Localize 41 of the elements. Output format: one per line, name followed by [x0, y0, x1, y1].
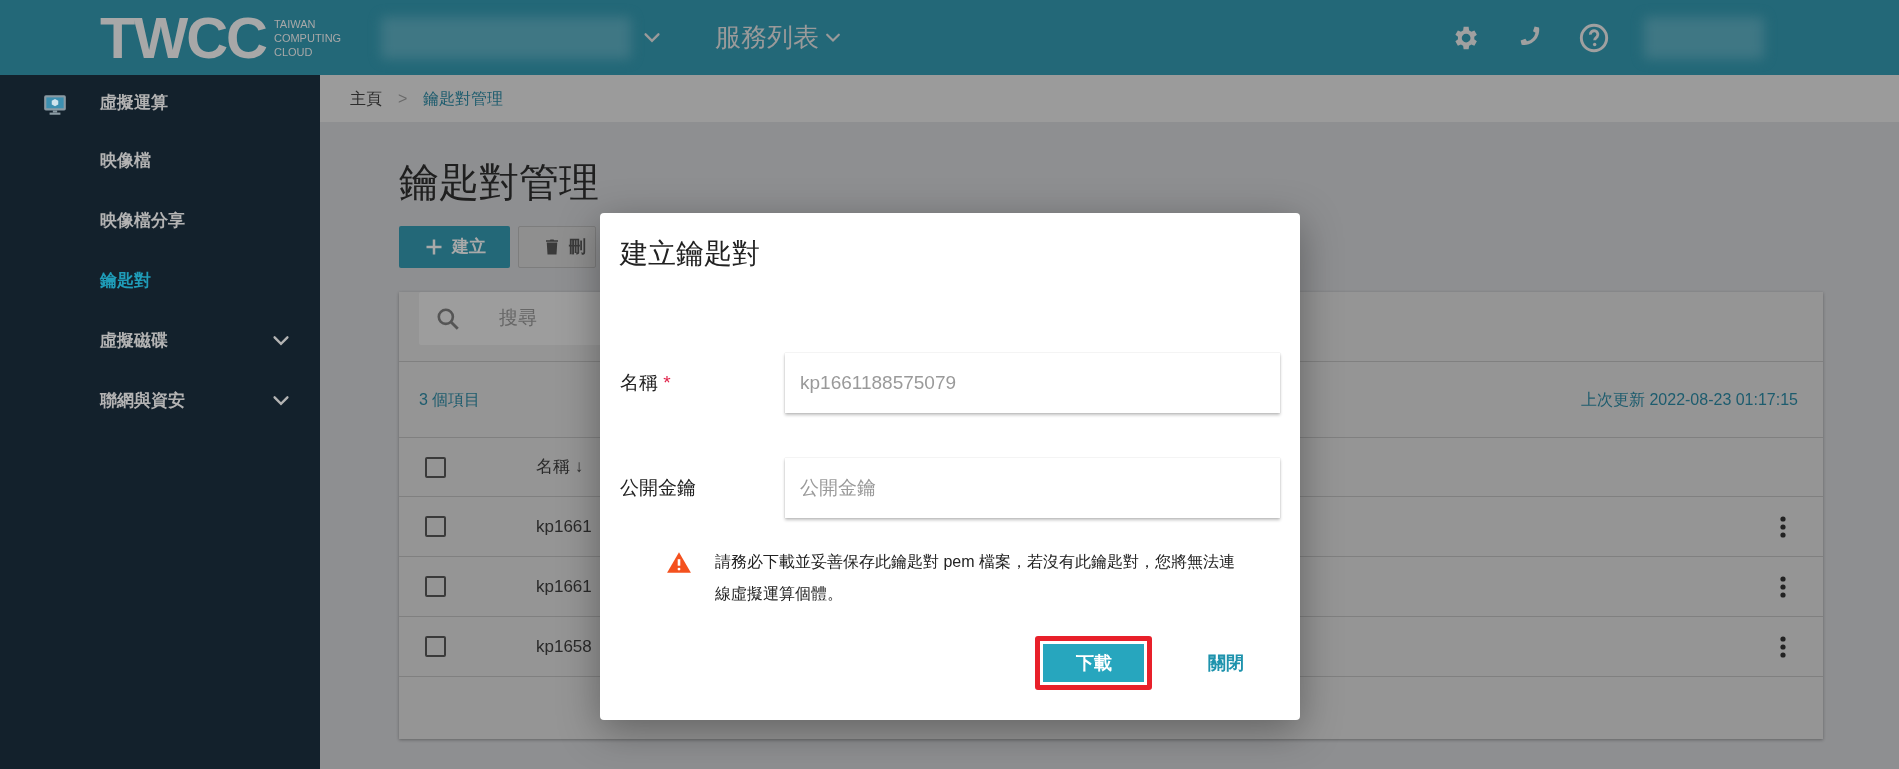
field-label: 公開金鑰	[620, 475, 697, 500]
logo-subtitle: COMPUTING	[273, 30, 342, 45]
breadcrumb-link[interactable]: 主頁	[350, 86, 382, 111]
last-updated: 上次更新 2022-08-23 01:17:15	[1581, 389, 1798, 410]
input-field[interactable]: kp1661188575079	[785, 353, 1280, 413]
field-label: 名稱 *	[620, 370, 672, 395]
dialog-title: 建立鑰匙對	[620, 237, 761, 271]
close-link[interactable]: 關閉	[1202, 648, 1250, 678]
breadcrumb-separator: >	[398, 88, 408, 109]
checkbox[interactable]	[425, 576, 446, 597]
help-icon[interactable]	[1578, 21, 1610, 54]
monitor-icon	[42, 92, 68, 118]
trash-icon	[543, 237, 561, 257]
table-cell-text: kp1661	[536, 575, 592, 598]
column-header[interactable]: 名稱 ↓	[536, 454, 584, 480]
more-icon[interactable]	[1779, 633, 1787, 660]
delete-button[interactable]: 刪	[518, 226, 596, 268]
checkbox[interactable]	[425, 636, 446, 657]
logo-subtitle: CLOUD	[273, 44, 314, 59]
sidebar-item[interactable]: 鑰匙對	[0, 251, 320, 311]
checkbox[interactable]	[425, 456, 446, 478]
more-icon[interactable]	[1779, 573, 1787, 600]
sidebar-item[interactable]: 聯網與資安	[0, 371, 320, 431]
checkbox[interactable]	[425, 516, 446, 537]
sidebar-item[interactable]: 映像檔分享	[0, 191, 320, 251]
sidebar-item[interactable]: 虛擬磁碟	[0, 311, 320, 371]
page-title: 鑰匙對管理	[399, 159, 600, 206]
item-count: 3 個項目	[419, 389, 481, 410]
sidebar-item[interactable]: 虛擬運算	[0, 75, 320, 131]
input-field[interactable]: 公開金鑰	[785, 458, 1280, 518]
warning-icon	[665, 550, 693, 576]
download-button[interactable]: 下載	[1035, 636, 1152, 690]
table-cell-text: kp1661	[536, 515, 592, 538]
table-cell-text: kp1658	[536, 635, 592, 658]
create-button[interactable]: 建立	[399, 226, 510, 268]
logo-text: TWCC	[100, 8, 266, 67]
sidebar-item[interactable]: 映像檔	[0, 131, 320, 191]
more-icon[interactable]	[1779, 513, 1787, 540]
warning-message: 請務必下載並妥善保存此鑰匙對 pem 檔案，若沒有此鑰匙對，您將無法連線虛擬運算個體。	[715, 552, 1236, 604]
logo-subtitle: TAIWAN	[273, 16, 317, 31]
breadcrumb-link[interactable]: 鑰匙對管理	[423, 86, 504, 111]
